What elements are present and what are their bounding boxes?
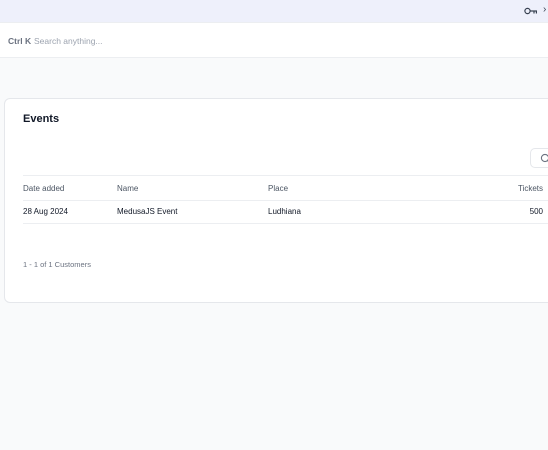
events-card: Events Date added Name Place Tickets 28 … — [4, 98, 548, 303]
table-header: Date added Name Place Tickets — [23, 175, 548, 201]
table-row[interactable]: 28 Aug 2024 MedusaJS Event Ludhiana 500 — [23, 199, 548, 224]
row-name: MedusaJS Event — [117, 207, 178, 216]
search-shortcut: Ctrl K — [8, 36, 32, 46]
search-icon — [540, 153, 548, 163]
top-bar: › — [0, 0, 548, 22]
topbar-overflow-icon[interactable]: › — [543, 4, 546, 15]
column-header-date[interactable]: Date added — [23, 184, 64, 193]
global-search-bar[interactable]: Ctrl K Search anything... — [0, 22, 548, 58]
page-title: Events — [23, 113, 60, 125]
column-header-name[interactable]: Name — [117, 184, 138, 193]
column-header-tickets[interactable]: Tickets — [518, 184, 543, 193]
pagination-summary: 1 - 1 of 1 Customers — [23, 260, 91, 269]
key-icon[interactable] — [524, 6, 538, 16]
column-header-place[interactable]: Place — [268, 184, 288, 193]
search-placeholder[interactable]: Search anything... — [34, 36, 103, 46]
row-tickets: 500 — [529, 207, 543, 216]
row-date: 28 Aug 2024 — [23, 207, 68, 216]
row-place: Ludhiana — [268, 207, 301, 216]
table-search-button[interactable] — [530, 148, 548, 168]
